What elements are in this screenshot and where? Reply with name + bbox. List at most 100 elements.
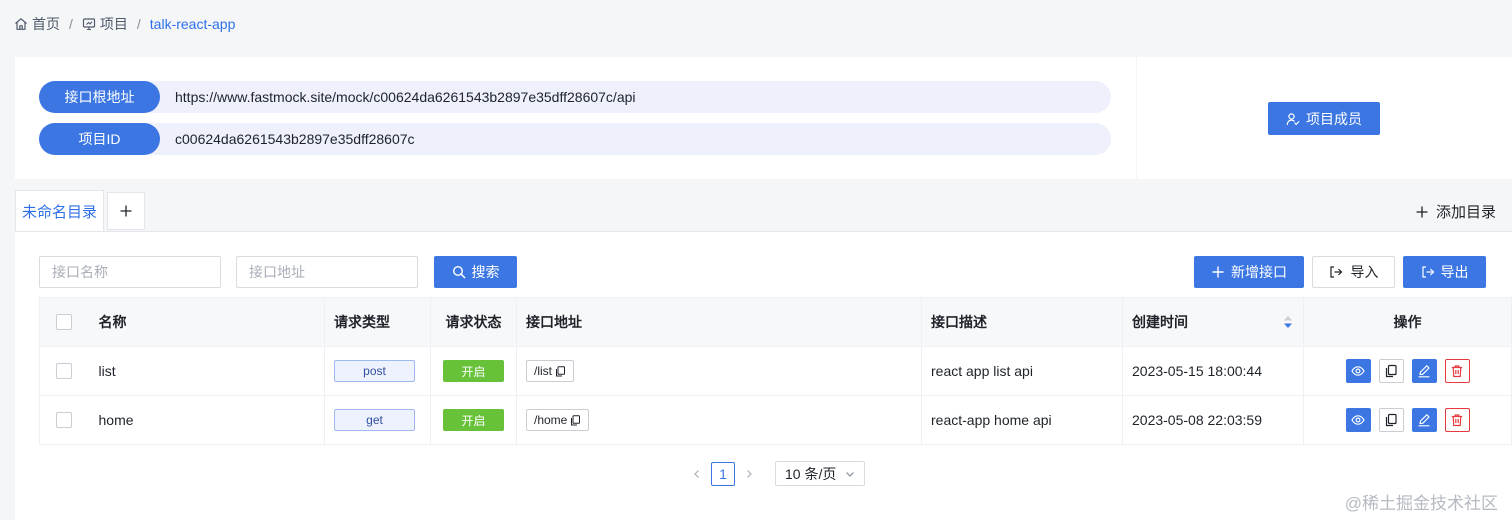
eye-icon: [1351, 364, 1365, 378]
breadcrumb-separator: /: [69, 16, 73, 32]
row-created: 2023-05-15 18:00:44: [1122, 346, 1304, 396]
delete-button[interactable]: [1444, 359, 1470, 383]
plus-icon: [119, 204, 133, 218]
import-button[interactable]: 导入: [1312, 256, 1395, 288]
row-status-cell: 开启: [430, 395, 517, 445]
sort-icon[interactable]: [1283, 315, 1293, 329]
add-directory-button[interactable]: 添加目录: [1415, 201, 1496, 222]
edit-button[interactable]: [1411, 359, 1437, 383]
breadcrumb-separator: /: [136, 16, 141, 32]
row-select-cell: [39, 395, 90, 445]
header-actions: 操作: [1303, 297, 1512, 347]
members-icon: [1286, 112, 1300, 126]
path-text: /home: [534, 413, 568, 427]
eye-icon: [1351, 413, 1365, 427]
base-url-row: 接口根地址 https://www.fastmock.site/mock/c00…: [39, 81, 1111, 113]
export-button[interactable]: 导出: [1403, 256, 1486, 288]
watermark: @稀土掘金技术社区: [1344, 494, 1498, 513]
next-page-button[interactable]: [737, 462, 761, 486]
project-id-label: 项目ID: [39, 123, 160, 155]
page-size-select[interactable]: 10 条/页: [775, 461, 865, 486]
row-status-cell: 开启: [430, 346, 517, 396]
row-created: 2023-05-08 22:03:59: [1122, 395, 1304, 445]
search-button[interactable]: 搜索: [434, 256, 517, 288]
api-name-input[interactable]: [39, 256, 221, 288]
breadcrumb-home[interactable]: 首页: [14, 14, 60, 34]
add-api-label: 新增接口: [1231, 264, 1287, 280]
copy-button[interactable]: [1378, 359, 1404, 383]
view-button[interactable]: [1345, 408, 1371, 432]
trash-icon: [1450, 364, 1464, 378]
plus-icon: [1415, 205, 1429, 219]
breadcrumb-project-label: 项目: [99, 16, 128, 32]
header-status: 请求状态: [430, 297, 517, 347]
edit-button[interactable]: [1411, 408, 1437, 432]
project-id-value: c00624da6261543b2897e35dff28607c: [175, 131, 415, 147]
copy-icon: [1384, 364, 1398, 378]
status-tag[interactable]: 开启: [443, 360, 504, 382]
copy-icon: [1384, 413, 1398, 427]
row-actions: [1303, 395, 1512, 445]
api-path-input[interactable]: [236, 256, 418, 288]
copy-icon: [555, 365, 566, 377]
breadcrumb-project[interactable]: 项目: [82, 14, 128, 34]
edit-icon: [1417, 413, 1431, 427]
chevron-left-icon: [692, 469, 702, 479]
row-select-cell: [39, 346, 90, 396]
copy-icon: [570, 414, 581, 426]
row-checkbox[interactable]: [56, 363, 72, 379]
delete-button[interactable]: [1444, 408, 1470, 432]
status-tag[interactable]: 开启: [443, 409, 504, 431]
breadcrumb-home-label: 首页: [32, 16, 60, 32]
header-method: 请求类型: [324, 297, 431, 347]
page-size-value: 10 条/页: [785, 465, 837, 482]
table-row: list post 开启 /list react app list api 20…: [39, 346, 1512, 396]
api-list-panel: 搜索 新增接口 导入 导出 名称 请求类型 请求状态 接口地址 接: [15, 231, 1512, 520]
header-created-label: 创建时间: [1132, 314, 1188, 330]
row-name: home: [89, 395, 325, 445]
copy-button[interactable]: [1378, 408, 1404, 432]
page-number-current[interactable]: 1: [711, 461, 735, 486]
project-icon: [82, 17, 96, 31]
method-tag: post: [334, 360, 415, 382]
home-icon: [14, 17, 28, 31]
row-method-cell: get: [324, 395, 431, 445]
path-tag[interactable]: /home: [526, 409, 590, 431]
export-label: 导出: [1440, 264, 1469, 280]
header-created[interactable]: 创建时间: [1122, 297, 1304, 347]
row-description: react-app home api: [921, 395, 1123, 445]
add-directory-label: 添加目录: [1435, 204, 1496, 221]
row-path-cell: /home: [516, 395, 922, 445]
breadcrumb-current: talk-react-app: [149, 16, 236, 32]
row-method-cell: post: [324, 346, 431, 396]
row-path-cell: /list: [516, 346, 922, 396]
import-label: 导入: [1350, 264, 1379, 280]
edit-icon: [1417, 364, 1431, 378]
tab-unnamed-directory[interactable]: 未命名目录: [15, 190, 104, 232]
project-members-button[interactable]: 项目成员: [1268, 102, 1380, 135]
base-url-value: https://www.fastmock.site/mock/c00624da6…: [175, 89, 636, 105]
trash-icon: [1450, 413, 1464, 427]
breadcrumb: 首页 / 项目 / talk-react-app: [14, 14, 235, 34]
method-tag: get: [334, 409, 415, 431]
project-info-card: 接口根地址 https://www.fastmock.site/mock/c00…: [15, 57, 1136, 179]
search-label: 搜索: [471, 264, 500, 280]
base-url-label: 接口根地址: [39, 81, 160, 113]
prev-page-button[interactable]: [685, 462, 709, 486]
chevron-right-icon: [744, 469, 754, 479]
add-tab-button[interactable]: [107, 192, 145, 230]
select-all-cell: [39, 297, 90, 347]
path-tag[interactable]: /list: [526, 360, 574, 382]
table-header-row: 名称 请求类型 请求状态 接口地址 接口描述 创建时间 操作: [39, 297, 1512, 347]
select-all-checkbox[interactable]: [56, 314, 72, 330]
row-name: list: [89, 346, 325, 396]
directory-tabs: 未命名目录 添加目录: [15, 190, 1512, 232]
import-icon: [1329, 265, 1343, 279]
view-button[interactable]: [1345, 359, 1371, 383]
row-checkbox[interactable]: [56, 412, 72, 428]
add-api-button[interactable]: 新增接口: [1194, 256, 1304, 288]
pagination: 1 10 条/页: [685, 461, 865, 486]
members-card: 项目成员: [1137, 57, 1512, 179]
export-icon: [1421, 265, 1435, 279]
header-path: 接口地址: [516, 297, 922, 347]
